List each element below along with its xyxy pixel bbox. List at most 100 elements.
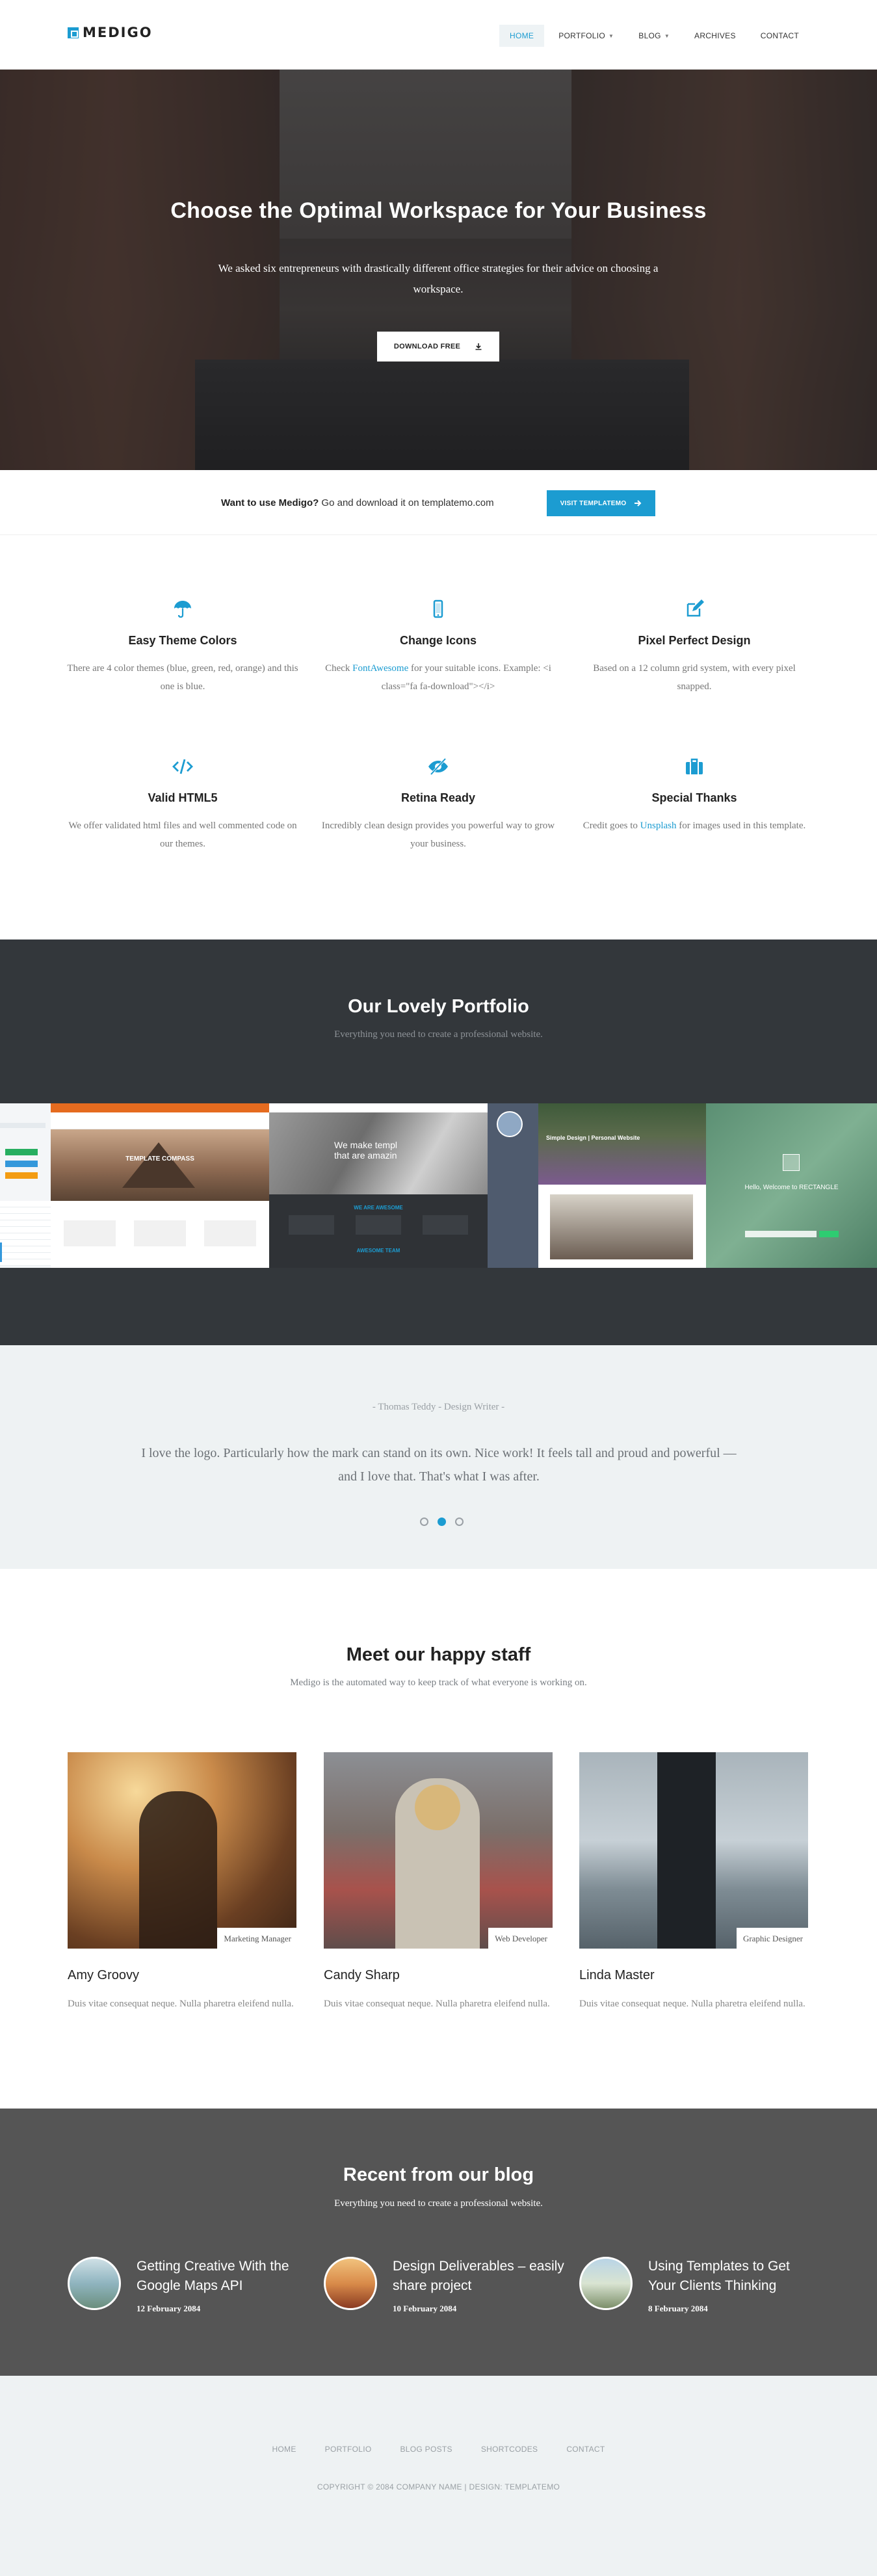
- staff-role: Marketing Manager: [217, 1928, 296, 1949]
- portfolio-carousel[interactable]: TEMPLATE COMPASS We make templ that are a…: [0, 1103, 877, 1268]
- arrow-right-icon: [635, 500, 642, 506]
- testimonial-author: - Thomas Teddy - Design Writer -: [372, 1402, 505, 1412]
- blog-post[interactable]: Design Deliverables – easily share proje…: [324, 2257, 564, 2322]
- feature-item: Special Thanks Credit goes to Unsplash f…: [577, 756, 811, 835]
- staff-title: Meet our happy staff: [346, 1644, 531, 1665]
- cta-text-bold: Want to use Medigo?: [221, 497, 319, 508]
- nav-item-contact[interactable]: CONTACT: [750, 25, 809, 47]
- shot-block: [356, 1215, 401, 1235]
- staff-photo: Graphic Designer: [579, 1752, 808, 1949]
- nav-item-portfolio[interactable]: PORTFOLIO ▼: [548, 25, 624, 47]
- nav-item-home[interactable]: HOME: [499, 25, 545, 47]
- portfolio-item-rectangle[interactable]: Hello, Welcome to RECTANGLE: [706, 1103, 877, 1268]
- feature-title: Retina Ready: [400, 791, 476, 804]
- shot-row: [0, 1123, 46, 1128]
- mountain-shape: [122, 1142, 195, 1188]
- pager-dot-active[interactable]: [438, 1518, 446, 1526]
- feature-item: Easy Theme Colors There are 4 color them…: [66, 599, 300, 696]
- blog-post[interactable]: Using Templates to Get Your Clients Thin…: [579, 2257, 820, 2322]
- shot-photo: [550, 1194, 693, 1259]
- post-title-link[interactable]: Using Templates to Get Your Clients Thin…: [648, 2257, 820, 2296]
- footer-link-contact[interactable]: CONTACT: [566, 2445, 605, 2454]
- cta-bar: Want to use Medigo? Go and download it o…: [0, 470, 877, 535]
- edit-icon: [577, 599, 811, 621]
- staff-subtitle: Medigo is the automated way to keep trac…: [290, 1677, 587, 1688]
- shot-footer-title: AWESOME TEAM: [356, 1248, 400, 1254]
- blog-post[interactable]: Getting Creative With the Google Maps AP…: [68, 2257, 308, 2322]
- staff-card[interactable]: Web Developer Candy Sharp Duis vitae con…: [324, 1752, 553, 2013]
- portfolio-item-personal[interactable]: Simple Design | Personal Website: [488, 1103, 706, 1268]
- shot-nav: [51, 1112, 269, 1129]
- shot-block: [134, 1220, 186, 1246]
- blog-title: Recent from our blog: [343, 2164, 534, 2185]
- post-date: 8 February 2084: [648, 2304, 708, 2313]
- staff-card[interactable]: Graphic Designer Linda Master Duis vitae…: [579, 1752, 808, 2013]
- portfolio-title: Our Lovely Portfolio: [348, 996, 529, 1017]
- feature-text: We offer validated html files and well c…: [68, 821, 297, 849]
- shot-line: that are amazin: [334, 1150, 397, 1161]
- shot-section-title: WE ARE AWESOME: [354, 1205, 403, 1211]
- download-free-button[interactable]: DOWNLOAD FREE: [377, 332, 499, 361]
- shot-block: [289, 1215, 334, 1235]
- testimonial-quote: I love the logo. Particularly how the ma…: [141, 1446, 737, 1484]
- portfolio-section: Our Lovely Portfolio Everything you need…: [0, 940, 877, 1345]
- top-navbar: MEDIGO HOME PORTFOLIO ▼ BLOG ▼ ARCHIVES CO…: [0, 0, 877, 70]
- post-date: 10 February 2084: [393, 2304, 457, 2313]
- pager-dot[interactable]: [455, 1518, 464, 1526]
- staff-desc: Duis vitae consequat neque. Nulla pharet…: [324, 1999, 550, 2009]
- shot-header: [269, 1103, 488, 1112]
- staff-card[interactable]: Marketing Manager Amy Groovy Duis vitae …: [68, 1752, 296, 2013]
- hero-title: Choose the Optimal Workspace for Your Bu…: [170, 198, 707, 223]
- fontawesome-link[interactable]: FontAwesome: [352, 663, 408, 674]
- cta-text-rest: Go and download it on templatemo.com: [319, 497, 494, 508]
- footer-link-home[interactable]: HOME: [272, 2445, 296, 2454]
- cta-button-label: VISIT TEMPLATEMO: [560, 499, 627, 507]
- umbrella-icon: [66, 599, 300, 621]
- blog-section: Recent from our blog Everything you need…: [0, 2109, 877, 2376]
- post-thumbnail: [68, 2257, 121, 2310]
- logo-icon: [68, 27, 79, 38]
- download-button-label: DOWNLOAD FREE: [393, 343, 461, 350]
- download-icon: [475, 343, 482, 350]
- portfolio-item-compass[interactable]: TEMPLATE COMPASS: [51, 1103, 269, 1268]
- post-title-link[interactable]: Design Deliverables – easily share proje…: [393, 2257, 564, 2296]
- copyright-text: COPYRIGHT © 2084 COMPANY NAME | DESIGN: …: [317, 2482, 560, 2491]
- staff-name: Candy Sharp: [324, 1968, 400, 1982]
- staff-desc: Duis vitae consequat neque. Nulla pharet…: [579, 1999, 805, 2009]
- visit-templatemo-button[interactable]: VISIT TEMPLATEMO: [547, 490, 655, 516]
- staff-name: Linda Master: [579, 1968, 655, 1982]
- shot-block: [204, 1220, 256, 1246]
- shot-hero-text: TEMPLATE COMPASS: [125, 1155, 194, 1163]
- site-footer: HOME PORTFOLIO BLOG POSTS SHORTCODES CON…: [0, 2376, 877, 2576]
- hero-banner: Choose the Optimal Workspace for Your Bu…: [0, 70, 877, 470]
- site-logo[interactable]: MEDIGO: [68, 25, 153, 40]
- post-title-link[interactable]: Getting Creative With the Google Maps AP…: [137, 2257, 308, 2296]
- shot-button: [819, 1231, 839, 1237]
- portfolio-item-dashboard[interactable]: [0, 1103, 51, 1268]
- feature-text: Based on a 12 column grid system, with e…: [593, 663, 796, 692]
- post-thumbnail: [579, 2257, 633, 2310]
- main-menu: HOME PORTFOLIO ▼ BLOG ▼ ARCHIVES CONTACT: [499, 25, 809, 47]
- pager-dot[interactable]: [420, 1518, 428, 1526]
- nav-item-archives[interactable]: ARCHIVES: [684, 25, 746, 47]
- portfolio-item-mono[interactable]: We make templ that are amazin WE ARE AWES…: [269, 1103, 488, 1268]
- chevron-down-icon: ▼: [609, 33, 614, 39]
- staff-photo: Web Developer: [324, 1752, 553, 1949]
- shot-bar: [5, 1149, 38, 1155]
- staff-name: Amy Groovy: [68, 1968, 140, 1982]
- shot-hero-text: Simple Design | Personal Website: [546, 1135, 640, 1141]
- shot-table: [0, 1201, 51, 1266]
- feature-item: Change Icons Check FontAwesome for your …: [321, 599, 555, 696]
- footer-link-shortcodes[interactable]: SHORTCODES: [481, 2445, 538, 2454]
- nav-item-label: BLOG: [638, 31, 661, 40]
- unsplash-link[interactable]: Unsplash: [640, 821, 677, 831]
- footer-link-blog-posts[interactable]: BLOG POSTS: [400, 2445, 452, 2454]
- shot-logo: [783, 1154, 800, 1171]
- footer-links: HOME PORTFOLIO BLOG POSTS SHORTCODES CON…: [0, 2445, 877, 2454]
- nav-item-blog[interactable]: BLOG ▼: [628, 25, 680, 47]
- feature-text-part: Check: [325, 663, 353, 674]
- code-icon: [66, 756, 300, 778]
- footer-link-portfolio[interactable]: PORTFOLIO: [325, 2445, 372, 2454]
- post-thumbnail: [324, 2257, 377, 2310]
- chevron-down-icon: ▼: [664, 33, 670, 39]
